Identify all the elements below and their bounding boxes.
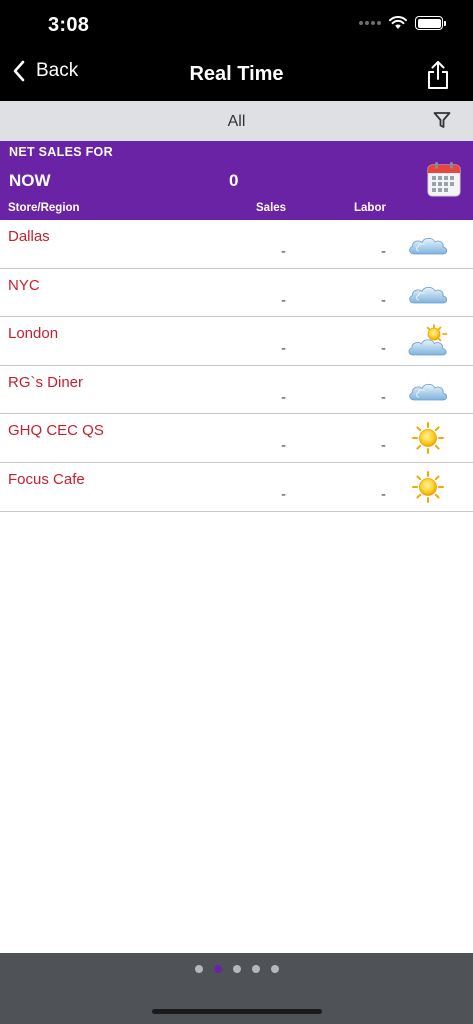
cellular-signal-icon — [359, 21, 381, 25]
status-icons — [359, 16, 446, 30]
store-sales: - — [281, 243, 286, 260]
store-sales: - — [281, 291, 286, 309]
back-label: Back — [36, 60, 79, 81]
share-icon — [428, 61, 448, 89]
store-row[interactable]: Focus Cafe - - — [0, 463, 473, 512]
store-labor: - — [381, 485, 386, 503]
store-labor: - — [381, 243, 386, 260]
store-name: London — [8, 325, 59, 343]
store-row[interactable]: GHQ CEC QS - - — [0, 414, 473, 463]
store-labor: - — [381, 340, 386, 358]
store-list: Dallas - - NYC - - London - - RG`s Diner… — [0, 220, 473, 512]
store-row[interactable]: London - - — [0, 317, 473, 366]
battery-icon — [415, 16, 446, 30]
page-indicator — [0, 965, 473, 973]
cloudy-icon — [406, 372, 450, 408]
partly-sunny-icon — [406, 323, 450, 359]
net-sales-title: NET SALES FOR — [9, 145, 113, 159]
column-header-labor: Labor — [354, 202, 386, 214]
back-button[interactable]: Back — [12, 60, 78, 82]
page-dot-2[interactable] — [213, 965, 222, 973]
store-sales: - — [281, 388, 286, 406]
store-sales: - — [281, 437, 286, 455]
chevron-left-icon — [13, 60, 25, 82]
calendar-button[interactable] — [427, 161, 461, 202]
store-labor: - — [381, 291, 386, 309]
store-name: Dallas — [8, 228, 50, 245]
sunny-icon — [406, 469, 450, 505]
period-label: NOW — [9, 171, 51, 190]
wifi-icon — [389, 16, 407, 29]
filter-bar: All — [0, 101, 473, 141]
page-dot-5[interactable] — [270, 965, 279, 973]
store-sales: - — [281, 485, 286, 503]
calendar-icon — [427, 162, 461, 197]
sunny-icon — [406, 420, 450, 456]
store-row[interactable]: RG`s Diner - - — [0, 366, 473, 415]
top-bar: 3:08 Back Real Time — [0, 0, 473, 101]
store-row[interactable]: Dallas - - — [0, 220, 473, 269]
store-name: NYC — [8, 276, 40, 294]
net-sales-total: 0 — [229, 171, 239, 190]
page-dot-4[interactable] — [251, 965, 260, 973]
store-row[interactable]: NYC - - — [0, 269, 473, 318]
net-sales-header: NET SALES FOR NOW 0 Store/Region Sales L… — [0, 141, 473, 220]
page-dot-3[interactable] — [232, 965, 241, 973]
cloudy-icon — [406, 226, 450, 262]
store-name: RG`s Diner — [8, 373, 84, 391]
share-button[interactable] — [425, 60, 451, 95]
column-header-sales: Sales — [256, 202, 287, 214]
store-name: GHQ CEC QS — [8, 422, 104, 440]
filter-button[interactable] — [433, 111, 451, 134]
page-dot-1[interactable] — [194, 965, 203, 973]
funnel-icon — [433, 112, 451, 128]
cloudy-icon — [406, 275, 450, 311]
store-name: Focus Cafe — [8, 470, 85, 488]
bottom-bar — [0, 953, 473, 1024]
store-labor: - — [381, 388, 386, 406]
store-sales: - — [281, 340, 286, 358]
filter-label[interactable]: All — [0, 113, 473, 131]
status-time: 3:08 — [48, 14, 90, 36]
column-header-store: Store/Region — [8, 202, 80, 214]
home-indicator — [152, 1009, 322, 1014]
store-labor: - — [381, 437, 386, 455]
